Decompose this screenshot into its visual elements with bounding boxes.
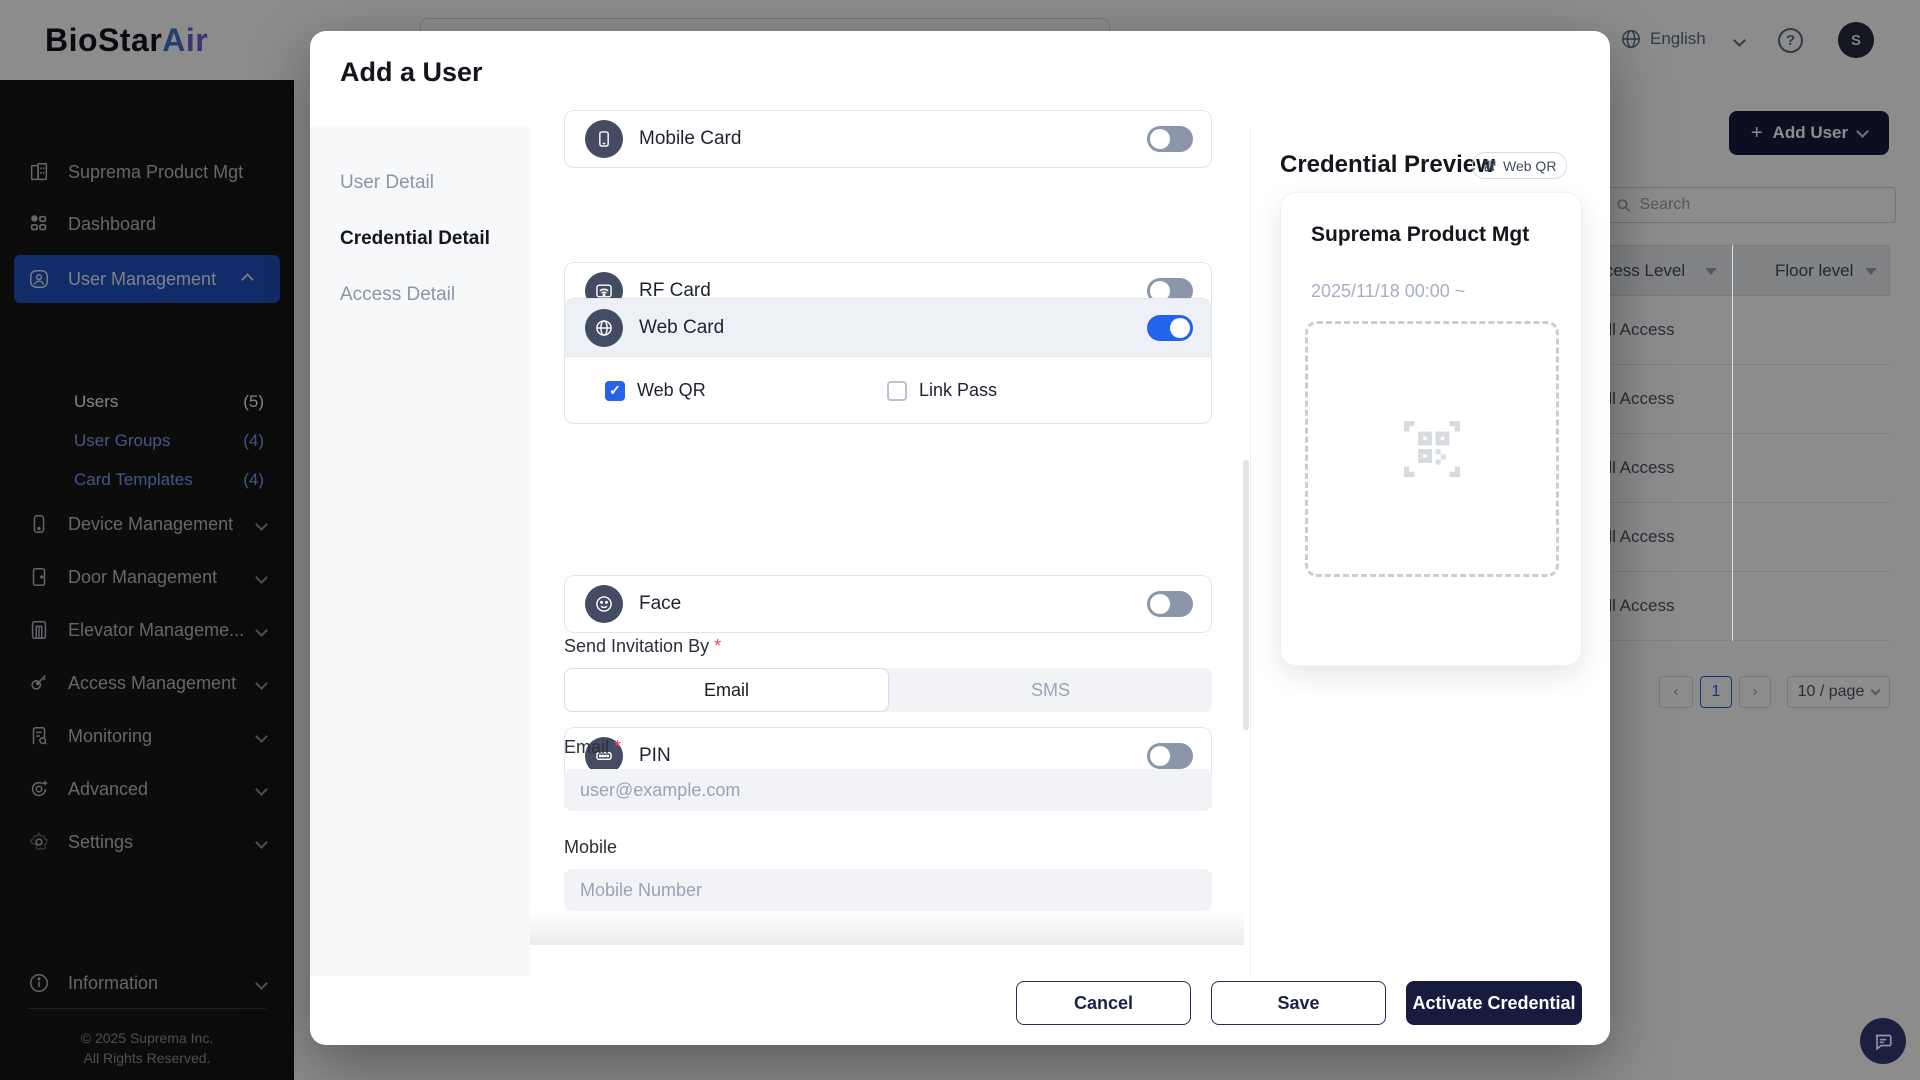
face-toggle[interactable]	[1147, 591, 1193, 617]
email-field[interactable]	[564, 769, 1212, 811]
qr-placeholder-icon	[1390, 407, 1474, 491]
screen: BioStarAir English ? S Suprema Product M…	[0, 0, 1920, 1080]
credential-preview-title: Credential Preview	[1280, 151, 1495, 179]
tab-credential-detail[interactable]: Credential Detail	[340, 228, 490, 250]
pin-toggle[interactable]	[1147, 743, 1193, 769]
web-card-icon	[585, 309, 623, 347]
activate-credential-button[interactable]: Activate Credential	[1406, 981, 1582, 1025]
modal-side-nav: User Detail Credential Detail Access Det…	[310, 126, 530, 976]
required-asterisk: *	[714, 636, 721, 656]
face-icon	[585, 585, 623, 623]
chat-fab[interactable]	[1860, 1018, 1906, 1064]
credential-preview-card: Suprema Product Mgt 2025/11/18 00:00 ~	[1280, 192, 1582, 666]
web-qr-checkbox[interactable]: ✓	[605, 381, 625, 401]
email-label: Email *	[564, 737, 621, 758]
mobile-card-icon	[585, 120, 623, 158]
add-user-modal: Add a User User Detail Credential Detail…	[310, 31, 1610, 1045]
content-fade	[530, 911, 1244, 945]
web-card-options: ✓ Web QR Link Pass	[565, 357, 1211, 424]
required-asterisk: *	[614, 737, 621, 757]
invitation-email-tab[interactable]: Email	[564, 668, 889, 712]
table-column-divider	[1732, 245, 1733, 641]
credential-group-web-card: Web Card ✓ Web QR Link Pass	[564, 298, 1212, 424]
tab-user-detail[interactable]: User Detail	[340, 172, 434, 194]
preview-validity: 2025/11/18 00:00 ~	[1311, 281, 1465, 302]
mobile-field[interactable]	[564, 869, 1212, 911]
tab-access-detail[interactable]: Access Detail	[340, 284, 455, 306]
web-qr-badge: Web QR	[1472, 152, 1567, 179]
modal-title: Add a User	[340, 57, 483, 88]
mobile-card-toggle[interactable]	[1147, 126, 1193, 152]
web-card-toggle[interactable]	[1147, 315, 1193, 341]
qr-placeholder	[1305, 321, 1559, 577]
check-icon: ✓	[609, 382, 621, 399]
chat-icon	[1872, 1030, 1894, 1052]
preview-org-name: Suprema Product Mgt	[1311, 223, 1529, 247]
send-invitation-label: Send Invitation By *	[564, 636, 721, 657]
qr-icon	[1483, 159, 1497, 173]
cancel-button[interactable]: Cancel	[1016, 981, 1191, 1025]
credential-row-mobile-card: Mobile Card	[564, 110, 1212, 168]
credential-row-face: Face	[564, 575, 1212, 633]
invitation-sms-tab[interactable]: SMS	[889, 668, 1212, 712]
invitation-segmented-control: Email SMS	[564, 668, 1212, 712]
modal-scrollbar[interactable]	[1243, 460, 1249, 730]
panel-divider	[1250, 126, 1251, 976]
save-button[interactable]: Save	[1211, 981, 1386, 1025]
mobile-label: Mobile	[564, 837, 617, 858]
credential-row-web-card: Web Card	[565, 299, 1211, 357]
link-pass-checkbox[interactable]	[887, 381, 907, 401]
